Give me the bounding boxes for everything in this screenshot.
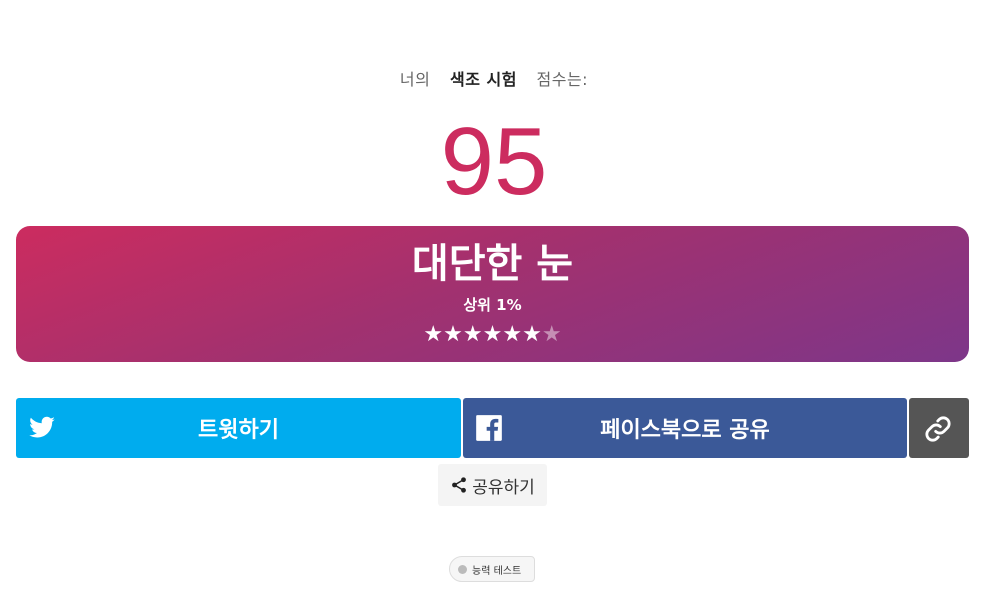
tag-label: 능력 테스트 (472, 565, 522, 577)
star-icon: ★ (502, 322, 523, 347)
tag-dot-icon (458, 564, 467, 574)
star-icon: ★ (522, 322, 542, 347)
share-nodes-icon (452, 477, 467, 493)
twitter-bird-icon (29, 416, 55, 438)
facebook-share-label: 페이스북으로 공유 (600, 418, 770, 443)
star-icon: ★ (462, 322, 483, 347)
caption-suffix: 점수는: (536, 70, 589, 89)
facebook-f-icon (476, 415, 502, 441)
caption-prefix: 너의 (399, 70, 431, 89)
more-share-button[interactable]: 공유하기 (438, 464, 547, 506)
caption-test-name: 색조 시험 (449, 70, 517, 89)
twitter-share-label: 트윗하기 (198, 418, 279, 443)
star-icon: ★ (443, 322, 463, 347)
star-icon: ★ (482, 322, 503, 347)
result-rank: 상위 1% (463, 296, 522, 314)
more-share-label: 공유하기 (472, 477, 535, 498)
facebook-share-button[interactable]: 페이스북으로 공유 (463, 398, 907, 458)
star-icon-empty: ★ (541, 322, 562, 347)
result-card: 대단한 눈 상위 1% ★★★★★★★ (16, 226, 969, 362)
link-chain-icon (925, 416, 951, 442)
ability-test-tag[interactable]: 능력 테스트 (449, 556, 535, 582)
score-value: 95 (440, 108, 548, 215)
copy-link-button[interactable] (909, 398, 969, 458)
result-page: 너의 색조 시험 점수는: 95 대단한 눈 상위 1% ★★★★★★★ 트윗하… (0, 0, 988, 610)
star-rating: ★★★★★★★ (16, 322, 969, 347)
twitter-share-button[interactable]: 트윗하기 (16, 398, 461, 458)
score-caption: 너의 색조 시험 점수는: (0, 66, 988, 90)
result-title: 대단한 눈 (411, 241, 574, 287)
star-icon: ★ (423, 322, 444, 347)
